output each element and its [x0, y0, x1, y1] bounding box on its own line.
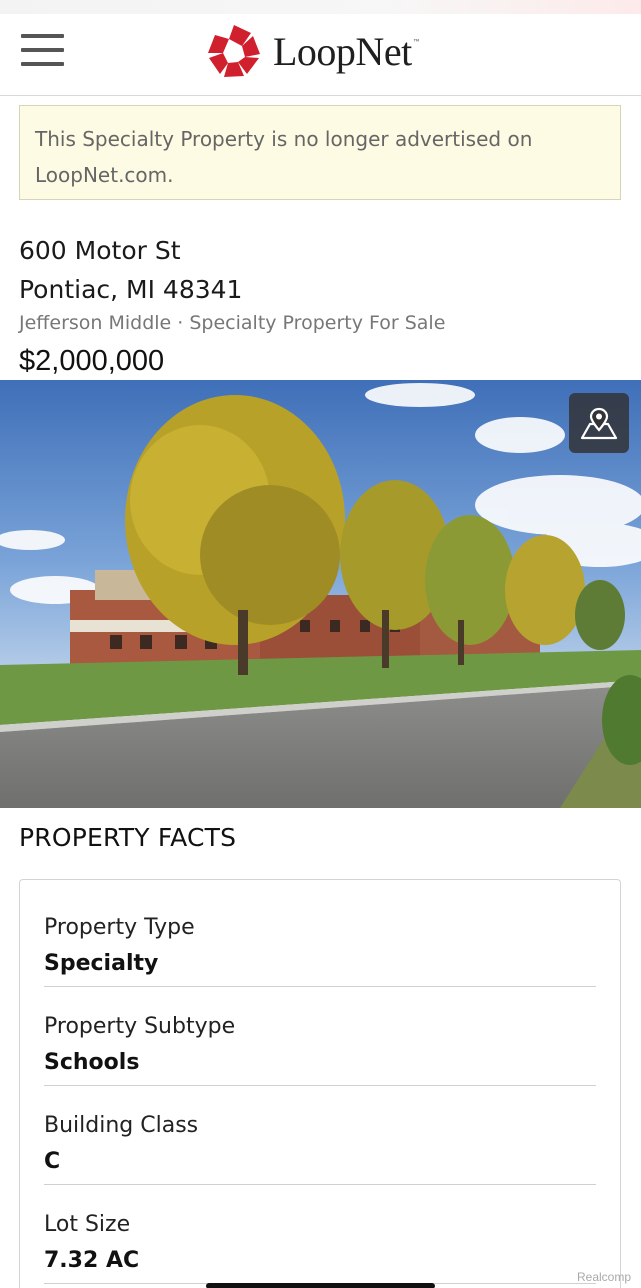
fact-label: Lot Size [44, 1212, 131, 1237]
home-indicator[interactable] [206, 1283, 435, 1288]
brand-name: LoopNet [273, 28, 412, 74]
fact-row-property-type: Property Type Specialty [44, 888, 596, 987]
fact-value: Schools [44, 1050, 140, 1075]
fact-value: 7.32 AC [44, 1248, 140, 1273]
fact-label: Property Subtype [44, 1014, 236, 1039]
loopnet-logo[interactable]: LoopNet ™ [207, 23, 421, 79]
photo-credit: Realcomp [577, 1270, 632, 1284]
property-facts-card: Property Type Specialty Property Subtype… [19, 879, 621, 1288]
map-view-button[interactable] [569, 393, 629, 453]
property-subtitle: Jefferson Middle · Specialty Property Fo… [19, 312, 446, 334]
fact-row-property-subtype: Property Subtype Schools [44, 987, 596, 1086]
hamburger-menu-icon[interactable] [21, 34, 64, 66]
fact-value: C [44, 1149, 61, 1174]
map-pin-icon [580, 407, 618, 440]
address-line-1: 600 Motor St [19, 236, 181, 265]
listing-status-notice: This Specialty Property is no longer adv… [19, 105, 621, 200]
fact-row-lot-size: Lot Size 7.32 AC [44, 1185, 596, 1284]
property-photo[interactable] [0, 380, 641, 808]
status-bar [0, 0, 641, 14]
property-photo-illustration [0, 380, 641, 808]
address-line-2: Pontiac, MI 48341 [19, 275, 243, 304]
property-address: 600 Motor St Pontiac, MI 48341 [19, 231, 242, 309]
fact-label: Building Class [44, 1113, 199, 1138]
listing-price: $2,000,000 [19, 345, 165, 377]
fact-row-building-class: Building Class C [44, 1086, 596, 1185]
fact-value: Specialty [44, 951, 159, 976]
property-facts-heading: PROPERTY FACTS [19, 823, 237, 852]
trademark-symbol: ™ [412, 38, 421, 47]
loopnet-logo-mark-icon [208, 25, 260, 77]
fact-label: Property Type [44, 915, 195, 940]
top-navigation-bar: LoopNet ™ [0, 14, 641, 96]
